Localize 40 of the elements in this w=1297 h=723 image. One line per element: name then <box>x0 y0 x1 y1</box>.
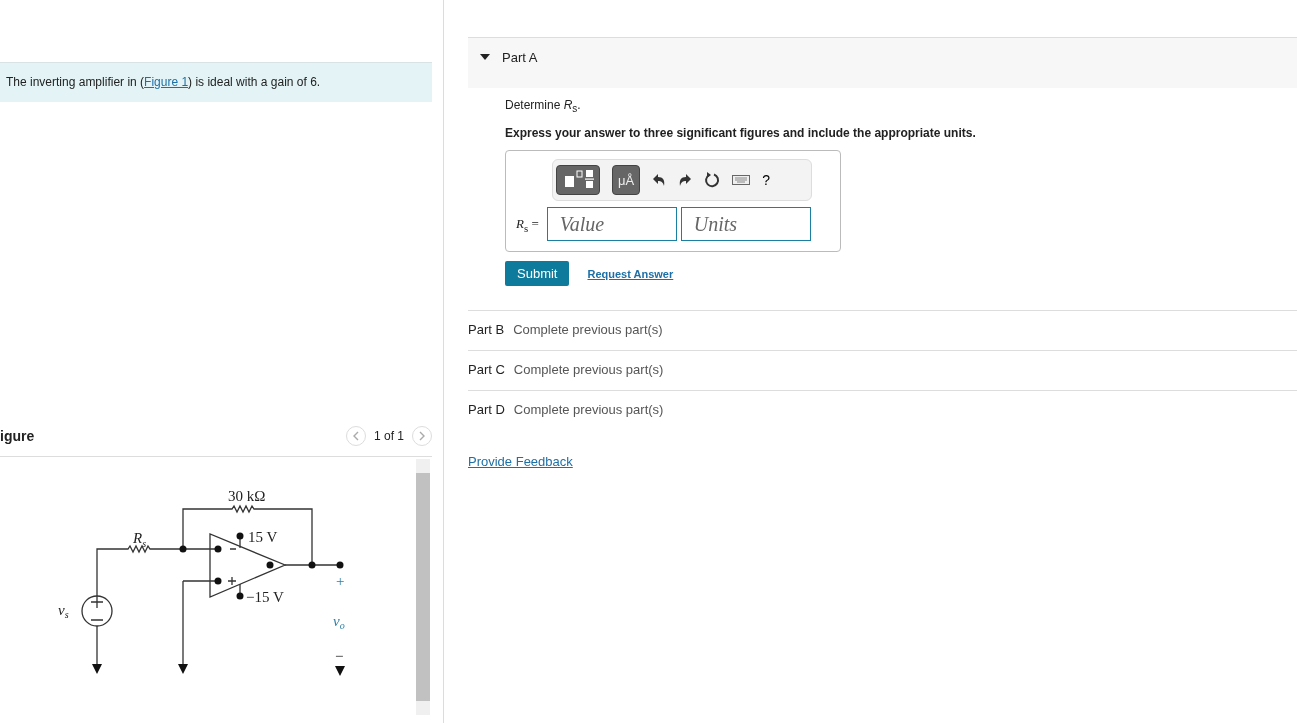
supply-voltage-label: −15 V <box>246 589 284 605</box>
reset-icon[interactable] <box>704 172 721 189</box>
collapsed-part[interactable]: Part B Complete previous part(s) <box>468 310 1297 351</box>
part-title: Part C <box>468 362 505 378</box>
redo-icon[interactable] <box>678 173 693 188</box>
answer-instructions: Express your answer to three significant figures and include the appropriate units. <box>505 126 977 141</box>
plus-sign: + <box>336 573 345 589</box>
part-status: Complete previous part(s) <box>513 362 664 378</box>
figure-link[interactable]: Figure 1 <box>144 75 189 89</box>
collapsed-part[interactable]: Part D Complete previous part(s) <box>468 390 1297 431</box>
page-counter: 1 of 1 <box>373 429 404 443</box>
answer-label: R$_{s}$ = <box>516 215 539 234</box>
output-label: v$_{o}$ <box>333 613 345 631</box>
undo-icon[interactable] <box>652 173 667 188</box>
minus-sign: − <box>335 648 344 664</box>
collapsed-part[interactable]: Part C Complete previous part(s) <box>468 350 1297 391</box>
problem-statement: The inverting amplifier in (Figure 1) is ideal with a gain of 6. <box>0 62 432 102</box>
value-input[interactable]: Value <box>546 207 677 242</box>
part-title: Part D <box>468 402 505 418</box>
help-button[interactable]: ? <box>762 172 770 189</box>
part-title: Part A <box>502 49 538 65</box>
resistor-label: R$_{s}$ <box>133 530 147 549</box>
submit-button[interactable]: Submit <box>505 261 570 287</box>
source-label: v$_{s}$ <box>58 602 69 620</box>
question-prompt: Determine R$_{s}$. <box>505 98 582 115</box>
feedback-link[interactable]: Provide Feedback <box>468 454 573 470</box>
request-answer-link[interactable]: Request Answer <box>587 267 674 280</box>
figure-title: igure <box>0 428 35 444</box>
part-title: Part B <box>468 322 505 338</box>
part-header[interactable]: Part A <box>468 37 1297 88</box>
units-input[interactable]: Units <box>680 207 811 242</box>
units-button[interactable]: μÅ <box>612 165 641 196</box>
template-button[interactable] <box>556 165 600 196</box>
part-status: Complete previous part(s) <box>513 402 664 418</box>
supply-voltage-label: 15 V <box>248 529 278 545</box>
keyboard-icon[interactable] <box>732 175 751 186</box>
chevron-right-icon <box>418 431 426 441</box>
part-status: Complete previous part(s) <box>513 322 663 338</box>
chevron-left-icon <box>351 431 360 441</box>
resistor-value-label: 30 kΩ <box>228 488 266 504</box>
